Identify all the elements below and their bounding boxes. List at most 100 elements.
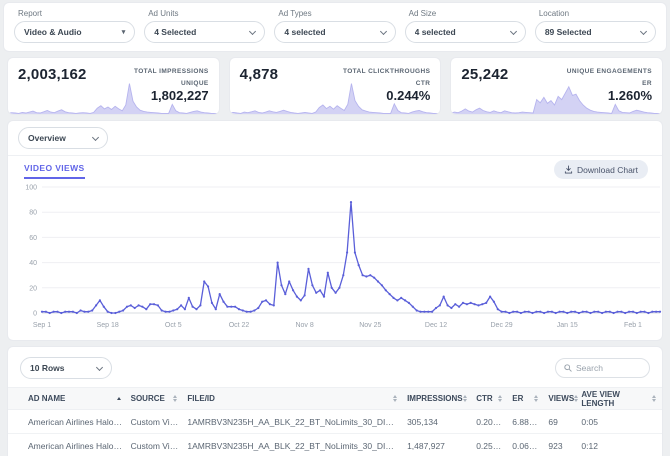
- video-views-line-chart[interactable]: 0 20 40 60 80 100 Sep 1 Sep 18 Oct 5 Oct 22 Nov 8 N…: [16, 181, 666, 333]
- svg-text:Dec 12: Dec 12: [425, 322, 447, 329]
- ad-size-select[interactable]: 4 selected: [404, 21, 526, 43]
- cell-source: Custom Video: [126, 409, 184, 434]
- kpi-er-label: ER: [642, 80, 653, 87]
- rows-per-page-value: 10 Rows: [30, 363, 65, 373]
- filter-ad-size: Ad Size 4 selected: [404, 8, 526, 43]
- kpi-card-clickthroughs: 4,878 TOTAL CLICKTHROUGHS CTR 0.244%: [229, 58, 441, 114]
- svg-text:Dec 29: Dec 29: [491, 322, 513, 329]
- cell-er: 0.066%: [508, 433, 545, 456]
- svg-text:20: 20: [29, 285, 37, 292]
- sort-icon: [173, 395, 179, 402]
- ad-units-select[interactable]: 4 Selected: [144, 21, 266, 43]
- chart-section: Overview VIDEO VIEWS Download Chart 0 20 4…: [8, 121, 662, 340]
- cell-er: 6.881%: [508, 409, 545, 434]
- svg-text:100: 100: [25, 185, 37, 192]
- chevron-down-icon: [639, 27, 648, 35]
- sort-icon: [498, 395, 504, 402]
- filter-ad-units-label: Ad Units: [148, 9, 179, 18]
- kpi-ctr-value: 0.244%: [386, 88, 431, 103]
- cell-ave-view-length: 0:05: [577, 409, 662, 434]
- svg-text:Sep 1: Sep 1: [33, 322, 51, 329]
- cell-file-id: 1AMRBV3N235H_AA_BLK_22_BT_NoLimits_30_DI…: [183, 409, 404, 434]
- sort-icon: [393, 395, 399, 402]
- location-select[interactable]: 89 Selected: [534, 21, 657, 43]
- kpi-unique-value: 1,802,227: [150, 88, 209, 103]
- col-header-ad-name[interactable]: AD NAME: [8, 387, 127, 410]
- ad-types-select-value: 4 selected: [284, 27, 326, 37]
- ad-types-select[interactable]: 4 selected: [274, 21, 396, 43]
- svg-text:Jan 15: Jan 15: [557, 322, 578, 329]
- location-select-value: 89 Selected: [544, 27, 592, 37]
- svg-text:Feb 1: Feb 1: [624, 322, 642, 329]
- report-select[interactable]: Video & Audio ▾: [14, 21, 136, 43]
- cell-impressions: 305,134: [403, 409, 473, 434]
- ad-units-select-value: 4 Selected: [154, 27, 197, 37]
- sort-icon: [574, 395, 580, 402]
- kpi-card-engagements: 25,242 UNIQUE ENGAGEMENTS ER 1.260%: [451, 58, 663, 114]
- cell-ctr: 0.250%: [472, 433, 509, 456]
- col-header-source[interactable]: SOURCE: [126, 387, 184, 410]
- sort-icon: [462, 395, 469, 402]
- kpi-card-impressions: 2,003,162 TOTAL IMPRESSIONS UNIQUE 1,802…: [8, 58, 219, 114]
- download-chart-button[interactable]: Download Chart: [554, 160, 648, 179]
- col-header-ave-view-length[interactable]: AVE VIEW LENGTH: [577, 387, 662, 410]
- cell-views: 69: [544, 409, 578, 434]
- filter-ad-types: Ad Types 4 selected: [274, 8, 396, 43]
- ad-size-select-value: 4 selected: [414, 27, 456, 37]
- kpi-engagements-label: UNIQUE ENGAGEMENTS: [566, 68, 653, 75]
- overview-select[interactable]: Overview: [18, 127, 108, 149]
- col-header-er[interactable]: ER: [508, 387, 545, 410]
- filter-ad-units: Ad Units 4 Selected: [144, 8, 266, 43]
- filter-report-label: Report: [18, 9, 43, 18]
- search-input[interactable]: [576, 363, 638, 373]
- cell-ave-view-length: 0:12: [577, 433, 662, 456]
- cell-source: Custom Video: [126, 433, 184, 456]
- filter-location: Location 89 Selected: [534, 8, 657, 43]
- svg-text:Nov 8: Nov 8: [295, 322, 313, 329]
- cell-ad-name: American Airlines Halo Desktop: [8, 409, 127, 434]
- chevron-down-icon: [379, 27, 387, 35]
- rows-per-page-select[interactable]: 10 Rows: [20, 357, 112, 379]
- kpi-clickthroughs-value: 4,878: [239, 66, 279, 83]
- kpi-ctr-label: CTR: [415, 80, 431, 87]
- download-chart-label: Download Chart: [577, 164, 638, 175]
- cell-ctr: 0.201%: [472, 409, 509, 434]
- sort-icon: [652, 395, 658, 402]
- kpi-impressions-label: TOTAL IMPRESSIONS: [133, 68, 209, 75]
- cell-impressions: 1,487,927: [403, 433, 473, 456]
- filter-ad-types-label: Ad Types: [278, 9, 312, 18]
- chevron-down-icon: [91, 133, 100, 141]
- svg-text:40: 40: [29, 260, 37, 267]
- kpi-row: 2,003,162 TOTAL IMPRESSIONS UNIQUE 1,802…: [8, 58, 663, 114]
- overview-select-value: Overview: [28, 133, 66, 143]
- kpi-er-value: 1.260%: [607, 88, 653, 103]
- cell-ad-name: American Airlines Halo Mobile: [8, 433, 127, 456]
- col-header-file-id[interactable]: FILE/ID: [183, 387, 404, 410]
- cell-file-id: 1AMRBV3N235H_AA_BLK_22_BT_NoLimits_30_DI…: [183, 433, 404, 456]
- chevron-down-icon: [95, 363, 104, 371]
- sort-icon: [534, 395, 540, 402]
- svg-text:0: 0: [33, 311, 37, 318]
- chevron-down-icon: [249, 27, 257, 35]
- table-row[interactable]: American Airlines Halo Mobile Custom Vid…: [8, 433, 662, 456]
- col-header-views[interactable]: VIEWS: [544, 387, 580, 410]
- filter-report: Report Video & Audio ▾: [14, 8, 136, 43]
- svg-text:80: 80: [29, 210, 37, 217]
- table-row[interactable]: American Airlines Halo Desktop Custom Vi…: [8, 409, 662, 434]
- col-header-ctr[interactable]: CTR: [472, 387, 509, 410]
- search-box: [555, 358, 650, 378]
- kpi-impressions-value: 2,003,162: [18, 66, 87, 83]
- kpi-clickthroughs-label: TOTAL CLICKTHROUGHS: [342, 68, 431, 75]
- chevron-down-icon: [509, 27, 517, 35]
- col-header-impressions[interactable]: IMPRESSIONS: [403, 387, 473, 410]
- filter-ad-size-label: Ad Size: [408, 9, 437, 18]
- svg-text:60: 60: [29, 235, 37, 242]
- report-select-value: Video & Audio: [24, 27, 82, 37]
- tab-video-views[interactable]: VIDEO VIEWS: [24, 163, 85, 179]
- download-icon: [564, 165, 573, 174]
- filter-location-label: Location: [538, 9, 570, 18]
- kpi-engagements-value: 25,242: [461, 66, 509, 83]
- svg-text:Oct 5: Oct 5: [165, 322, 182, 329]
- cell-views: 923: [544, 433, 578, 456]
- filter-bar: Report Video & Audio ▾ Ad Units 4 Select…: [4, 3, 666, 51]
